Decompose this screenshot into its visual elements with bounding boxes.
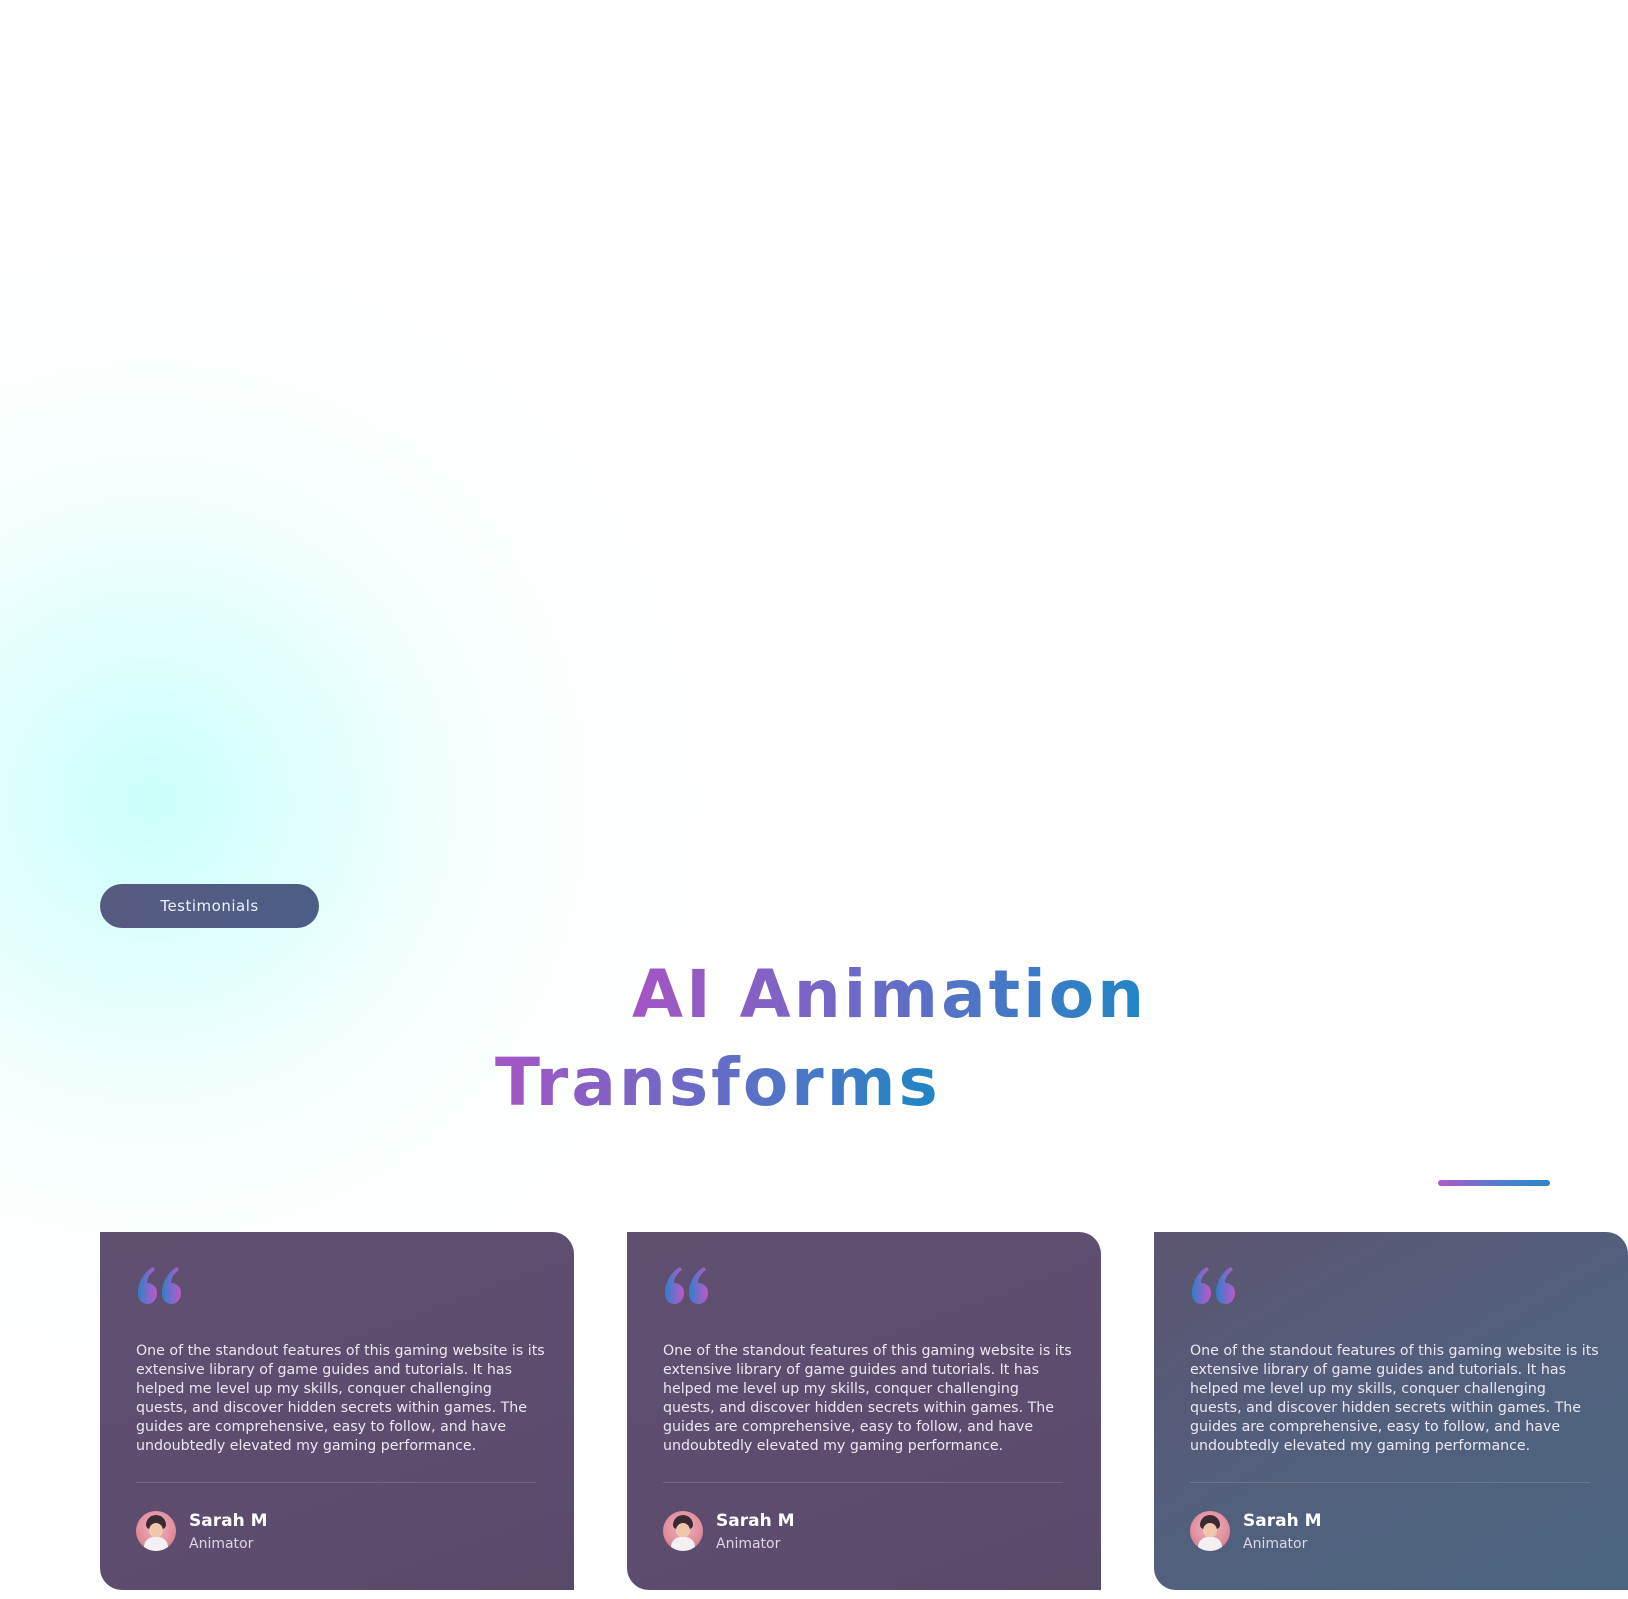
quote-icon <box>138 1267 181 1304</box>
card-divider <box>136 1482 536 1483</box>
card-divider <box>663 1482 1063 1483</box>
author-name: Sarah M <box>1243 1511 1322 1531</box>
carousel-progress-indicator[interactable] <box>1438 1180 1550 1186</box>
testimonial-card: One of the standout features of this gam… <box>100 1232 574 1590</box>
author-role: Animator <box>189 1536 254 1552</box>
card-divider <box>1190 1482 1590 1483</box>
author-name: Sarah M <box>716 1511 795 1531</box>
badge-label: Testimonials <box>160 897 259 915</box>
heading-text-1: AI Animation <box>632 956 1148 1033</box>
section-heading-line-1: AI Animation <box>0 962 1628 1028</box>
author-name: Sarah M <box>189 1511 268 1531</box>
avatar <box>136 1511 176 1551</box>
testimonial-quote: One of the standout features of this gam… <box>663 1343 1072 1454</box>
testimonial-card: One of the standout features of this gam… <box>1154 1232 1628 1590</box>
quote-icon <box>1192 1267 1235 1304</box>
avatar <box>1190 1511 1230 1551</box>
author-role: Animator <box>716 1536 781 1552</box>
testimonial-card: One of the standout features of this gam… <box>627 1232 1101 1590</box>
avatar <box>663 1511 703 1551</box>
testimonials-section: Testimonials AI Animation Transforms One… <box>0 0 1628 1599</box>
quote-icon <box>665 1267 708 1304</box>
section-heading-line-2: Transforms <box>0 1050 1628 1116</box>
author-role: Animator <box>1243 1536 1308 1552</box>
testimonial-quote: One of the standout features of this gam… <box>136 1343 545 1454</box>
testimonials-badge: Testimonials <box>100 884 319 928</box>
testimonial-quote: One of the standout features of this gam… <box>1190 1343 1599 1454</box>
heading-text-2: Transforms <box>495 1044 941 1121</box>
